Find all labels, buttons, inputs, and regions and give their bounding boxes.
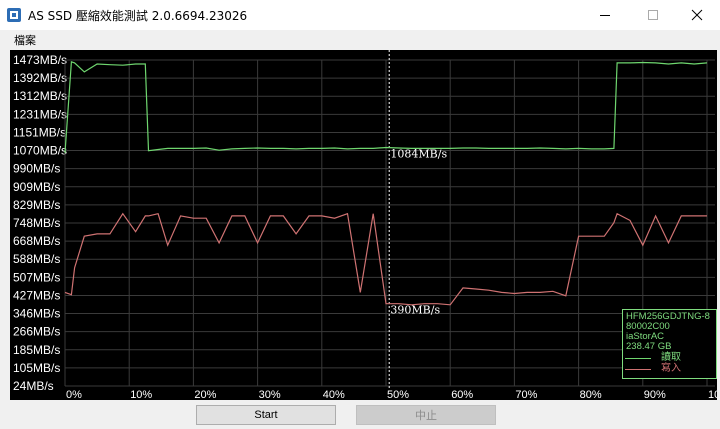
x-tick-label: 80%: [580, 389, 602, 400]
y-tick-label: 1312MB/s: [13, 89, 67, 103]
y-tick-label: 990MB/s: [13, 162, 60, 176]
x-tick-label: 100%: [708, 389, 717, 400]
legend-item-read: 讀取: [625, 353, 713, 363]
menu-file[interactable]: 檔案: [8, 32, 42, 48]
x-tick-label: 60%: [451, 389, 473, 400]
y-tick-label: 1473MB/s: [13, 53, 67, 67]
x-tick-label: 20%: [194, 389, 216, 400]
y-tick-label: 909MB/s: [13, 180, 60, 194]
y-tick-label: 668MB/s: [13, 234, 60, 248]
window-title: AS SSD 壓縮效能測試 2.0.6694.23026: [28, 9, 248, 23]
legend-read-swatch: [625, 358, 651, 359]
y-tick-label: 266MB/s: [13, 325, 60, 339]
y-tick-label: 185MB/s: [13, 343, 60, 357]
chart-canvas: 1473MB/s 1392MB/s 1312MB/s 1231MB/s 1151MB/s…: [13, 50, 717, 400]
y-tick-label: 24MB/s: [13, 379, 54, 393]
close-icon: [691, 9, 703, 21]
x-tick-label: 30%: [259, 389, 281, 400]
write-value-label: 390MB/s: [390, 304, 440, 317]
y-tick-label: 1392MB/s: [13, 71, 67, 85]
y-tick-label: 829MB/s: [13, 198, 60, 212]
start-button[interactable]: Start: [196, 405, 336, 425]
x-tick-label: 50%: [387, 389, 409, 400]
x-tick-label: 10%: [130, 389, 152, 400]
read-value-label: 1084MB/s: [390, 148, 447, 161]
title-bar: AS SSD 壓縮效能測試 2.0.6694.23026: [0, 0, 720, 30]
y-tick-label: 507MB/s: [13, 270, 60, 284]
minimize-icon: [600, 15, 610, 16]
close-button[interactable]: [674, 0, 720, 30]
legend-capacity: 238.47 GB: [626, 341, 672, 352]
maximize-icon: [648, 10, 658, 20]
app-icon: [6, 7, 22, 23]
legend-write-label: 寫入: [661, 363, 681, 374]
minimize-button[interactable]: [582, 0, 628, 30]
y-tick-label: 427MB/s: [13, 288, 60, 302]
y-tick-label: 1231MB/s: [13, 107, 67, 121]
y-tick-label: 748MB/s: [13, 216, 60, 230]
stop-button[interactable]: 中止: [356, 405, 496, 425]
legend-write-swatch: [625, 369, 651, 370]
y-tick-label: 1070MB/s: [13, 144, 67, 158]
y-tick-label: 588MB/s: [13, 252, 60, 266]
legend-read-label: 讀取: [661, 352, 681, 363]
legend: HFM256GDJTNG-8 80002C00 iaStorAC 238.47 …: [622, 309, 717, 379]
y-tick-label: 346MB/s: [13, 307, 60, 321]
benchmark-chart: 1473MB/s 1392MB/s 1312MB/s 1231MB/s 1151MB/s…: [10, 50, 717, 400]
y-tick-label: 1151MB/s: [13, 125, 66, 139]
x-tick-label: 70%: [515, 389, 537, 400]
y-tick-label: 105MB/s: [13, 361, 60, 375]
x-tick-label: 40%: [323, 389, 345, 400]
x-tick-label: 0%: [66, 389, 82, 400]
legend-item-write: 寫入: [625, 364, 713, 374]
menu-bar: 檔案: [0, 30, 720, 49]
maximize-button[interactable]: [630, 0, 676, 30]
x-tick-label: 90%: [644, 389, 666, 400]
